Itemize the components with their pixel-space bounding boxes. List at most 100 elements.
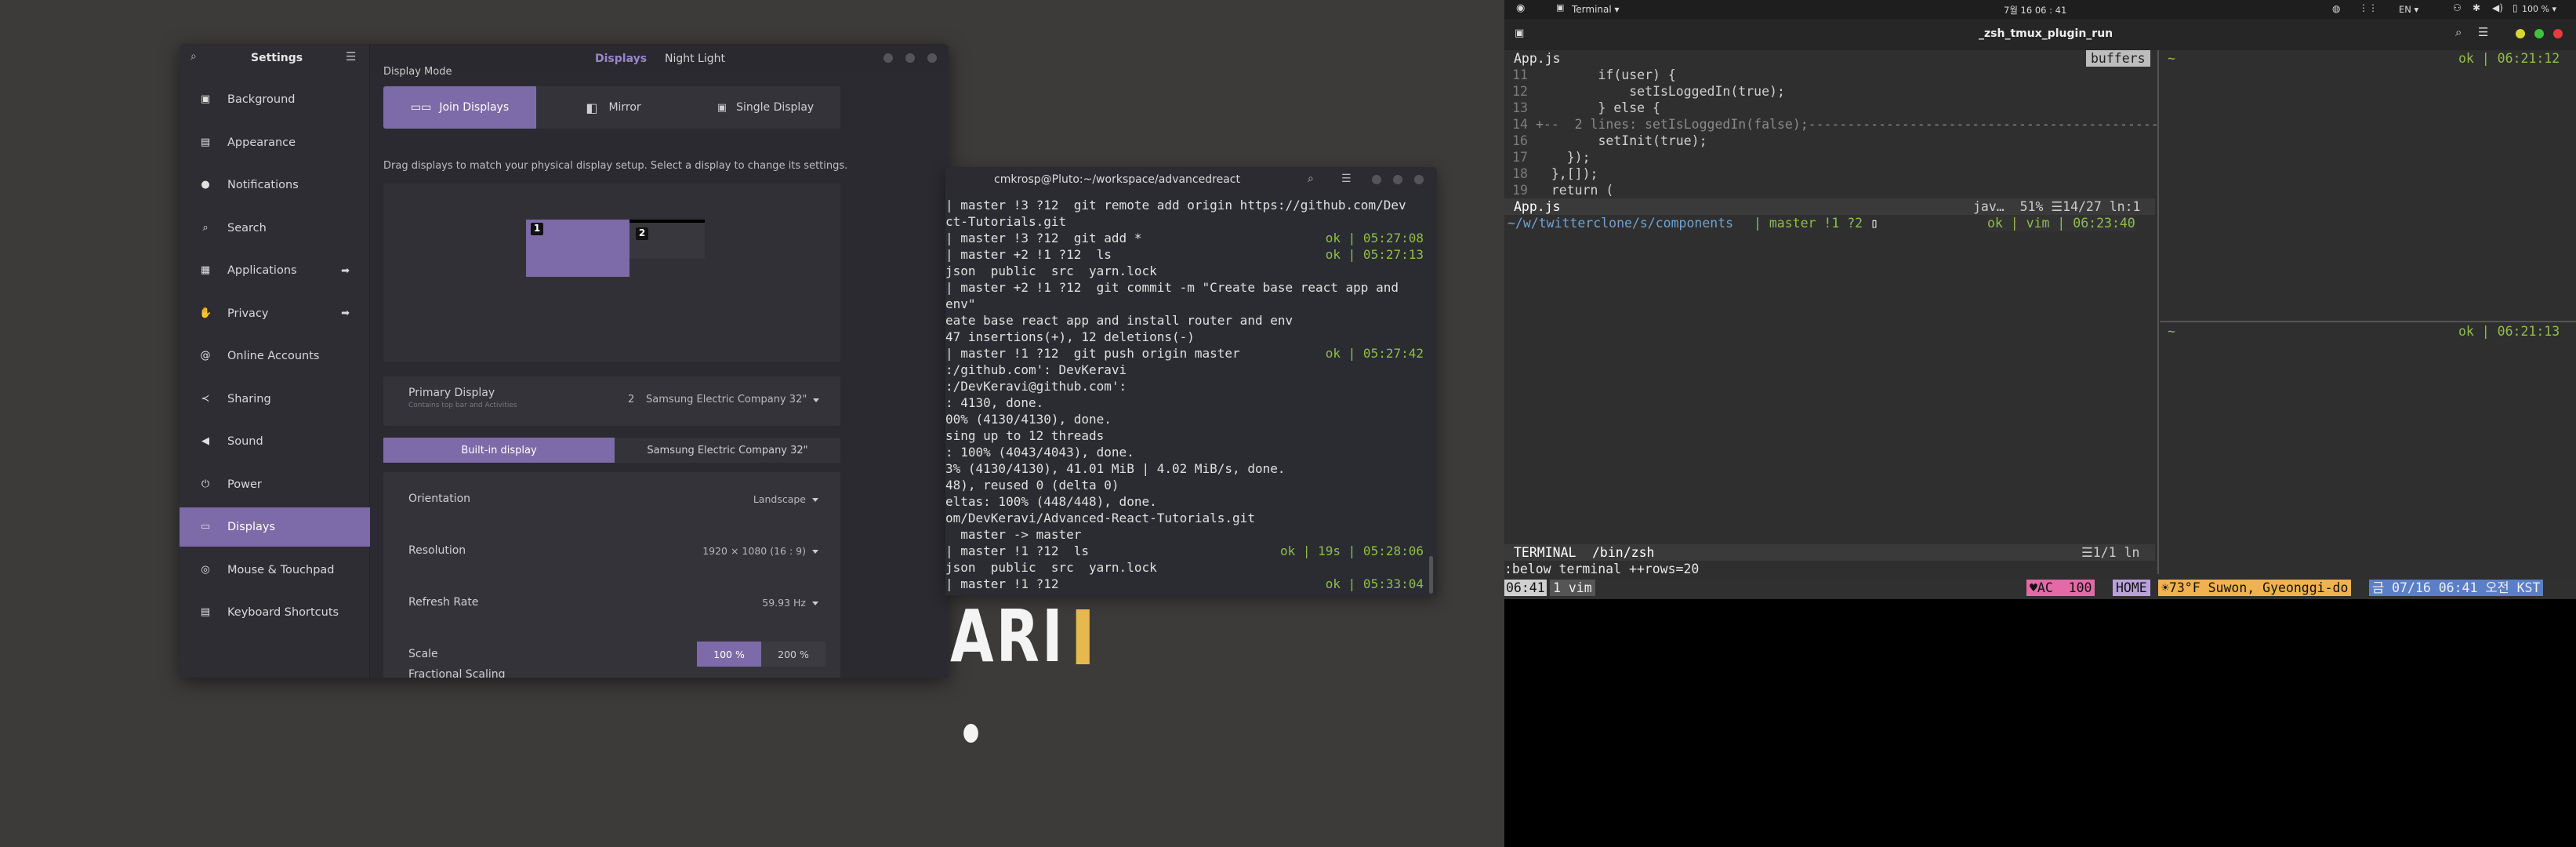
line-number: 11 (1512, 67, 1528, 82)
vim-buffers-label[interactable]: buffers (2086, 50, 2150, 67)
close-button[interactable] (1414, 175, 1424, 184)
sidebar-item-privacy[interactable]: ✋ Privacy ➡ (180, 294, 370, 333)
refresh-rate-value[interactable]: 59.93 Hz (762, 597, 818, 609)
minimize-button[interactable] (1372, 175, 1381, 184)
code-text: },[]); (1536, 166, 1598, 181)
tab-displays[interactable]: Displays (595, 53, 647, 65)
search-icon[interactable]: ⌕ (190, 50, 197, 63)
app-menu[interactable]: Terminal ▾ (1572, 4, 1620, 15)
menu-icon[interactable]: ☰ (2478, 25, 2488, 39)
sidebar-item-applications[interactable]: ▦ Applications ➡ (180, 251, 370, 290)
scale-100-button[interactable]: 100 % (697, 642, 761, 667)
terminal-line: json public src yarn.lock (945, 559, 1431, 576)
sidebar-item-keyboard-shortcuts[interactable]: ▤ Keyboard Shortcuts (180, 593, 370, 632)
hamburger-menu-icon[interactable]: ☰ (346, 49, 356, 64)
battery-percent[interactable]: 100 % ▾ (2522, 4, 2556, 14)
line-number: 13 (1512, 100, 1528, 115)
terminal-line-text: | master !3 ?12 git add * (945, 231, 1142, 245)
activities-icon[interactable]: ◉ (1516, 2, 1525, 14)
language-indicator[interactable]: EN ▾ (2399, 4, 2418, 15)
vim-code-line: 16 setInit(true); (1504, 133, 1707, 149)
volume-icon[interactable]: ◀) (2492, 2, 2503, 13)
sidebar-item-background[interactable]: ▣ Background (180, 80, 370, 119)
terminal-prompt[interactable]: ~/w/twitterclone/s/components | master !… (1504, 215, 2155, 231)
sidebar-item-mouse-touchpad[interactable]: ◎ Mouse & Touchpad (180, 551, 370, 590)
tab-night-light[interactable]: Night Light (665, 53, 725, 65)
clock[interactable]: 7월 16 06 : 41 (2004, 4, 2066, 16)
menu-icon[interactable]: ☰ (1341, 173, 1351, 185)
bluetooth-icon[interactable]: ✱ (2473, 2, 2480, 13)
settings-title: Settings (251, 52, 303, 64)
line-number: 17 (1512, 150, 1528, 165)
minimize-button[interactable] (2516, 29, 2525, 38)
terminal-line-text: 3% (4130/4130), 41.01 MiB | 4.02 MiB/s, … (945, 461, 1286, 476)
terminal-line-text: json public src yarn.lock (945, 264, 1157, 278)
line-number: 12 (1512, 84, 1528, 99)
shell-pane-bottom[interactable]: ~ ok | 06:21:13 (2160, 323, 2576, 574)
search-icon[interactable]: ⌕ (2455, 25, 2462, 39)
sidebar-item-search[interactable]: ⌕ Search (180, 209, 370, 248)
monitor-1[interactable]: 1 (526, 220, 629, 277)
sidebar-item-sound[interactable]: ◀ Sound (180, 422, 370, 461)
join-displays-button[interactable]: ▭▭ Join Displays (383, 86, 536, 129)
vim-cmdline[interactable]: :below terminal ++rows=20 (1504, 561, 1699, 577)
terminal-line-text: eltas: 100% (448/448), done. (945, 494, 1157, 509)
hand-icon: ✋ (199, 307, 212, 319)
chevron-down-icon (813, 398, 819, 402)
terminal-line-text: env" (945, 296, 976, 311)
window-title: _zsh_tmux_plugin_run (1979, 27, 2113, 40)
primary-display-row[interactable]: Primary Display Contains top bar and Act… (383, 376, 840, 426)
network-icon[interactable]: ⚇ (2453, 2, 2462, 13)
prompt-path: ~/w/twitterclone/s/components (1508, 216, 1734, 231)
battery-icon[interactable]: ▯ (2513, 2, 2518, 13)
vim-status-file: App.js (1514, 199, 1561, 214)
maximize-button[interactable] (1393, 175, 1402, 184)
terminal-line: | master +2 !1 ?12 ls ok | 05:27:13 (945, 246, 1431, 263)
sidebar-item-notifications[interactable]: ● Notifications (180, 165, 370, 205)
maximize-button[interactable] (905, 53, 915, 63)
close-button[interactable] (2553, 29, 2563, 38)
sidebar-item-label: Applications (227, 264, 297, 277)
terminal-app-icon: ▣ (1556, 2, 1565, 13)
terminal-output[interactable]: | master !3 ?12 git remote add origin ht… (945, 197, 1431, 592)
terminal-line: : 100% (4043/4043), done. (945, 444, 1431, 460)
vim-statusline: App.js jav… 51% ☰14/27 ln:1 (1504, 198, 2155, 215)
keyboard-icon: ▤ (200, 606, 211, 618)
pane-top-status: ok | 06:21:12 (2458, 51, 2560, 66)
search-icon[interactable]: ⌕ (1308, 173, 1314, 185)
mirror-icon: ◧ (586, 100, 598, 115)
resolution-value[interactable]: 1920 × 1080 (16 : 9) (702, 545, 818, 557)
tmux-window-tab[interactable]: 1 vim (1550, 580, 1595, 596)
terminal-line: :/DevKeravi@github.com': (945, 378, 1431, 394)
orientation-value[interactable]: Landscape (753, 493, 818, 505)
terminal-line: eltas: 100% (448/448), done. (945, 493, 1431, 510)
maximize-button[interactable] (2534, 29, 2544, 38)
tab-samsung-display[interactable]: Samsung Electric Company 32" (615, 438, 840, 463)
vim-status-right: jav… 51% ☰14/27 ln:1 (1973, 199, 2141, 214)
tab-built-in-display[interactable]: Built-in display (383, 438, 615, 463)
monitor-2[interactable]: 2 (629, 220, 705, 259)
new-tab-icon[interactable]: ▣ (1515, 27, 1524, 39)
shell-pane-top[interactable]: ~ ok | 06:21:12 (2160, 50, 2576, 321)
sidebar-item-appearance[interactable]: ▤ Appearance (180, 123, 370, 162)
grid-icon[interactable]: ⋮⋮ (2359, 2, 2378, 13)
sidebar-item-label: Sound (227, 435, 263, 448)
vim-code-line: 18 },[]); (1504, 165, 1598, 182)
single-display-button[interactable]: ▣ Single Display (691, 86, 840, 129)
scale-200-button[interactable]: 200 % (761, 642, 825, 667)
vim-tab-file[interactable]: App.js (1514, 50, 1561, 67)
mirror-button[interactable]: ◧ Mirror (536, 86, 691, 129)
sidebar-item-online-accounts[interactable]: @ Online Accounts (180, 336, 370, 376)
sidebar-item-power[interactable]: ⏻ Power (180, 465, 370, 504)
sidebar-item-sharing[interactable]: ≺ Sharing (180, 380, 370, 419)
vim-code-line: 12 setIsLoggedIn(true); (1504, 83, 1785, 100)
close-button[interactable] (927, 53, 937, 63)
terminal-line-text: | master +2 !1 ?12 git commit -m "Create… (945, 280, 1399, 295)
scrollbar[interactable] (1429, 556, 1433, 594)
prompt-branch: | master !1 ?2 ▯ (1754, 216, 1878, 231)
minimize-button[interactable] (883, 53, 893, 63)
sidebar-item-displays[interactable]: ▭ Displays (180, 507, 370, 547)
vim-pane[interactable]: App.js buffers 11 if(user) {12 setIsLogg… (1504, 50, 2221, 577)
discord-icon[interactable]: ◍ (2332, 3, 2340, 14)
line-number: 14 (1512, 117, 1528, 132)
